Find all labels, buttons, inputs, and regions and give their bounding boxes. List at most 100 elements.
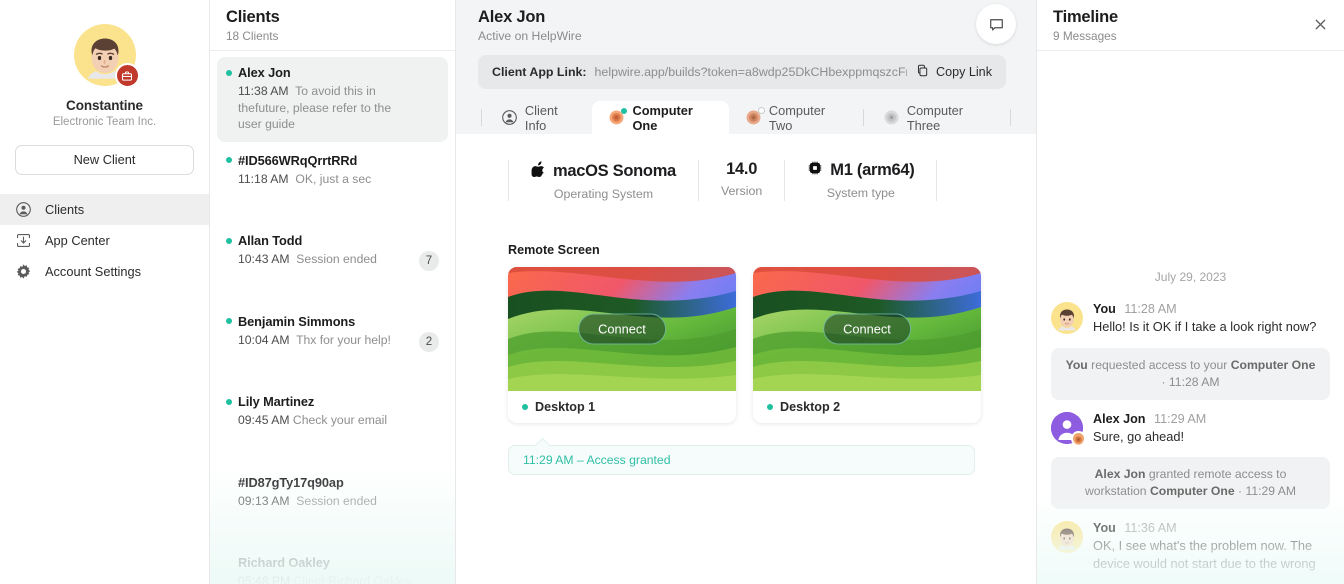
tab-label: Computer Three [906,102,964,133]
online-dot [226,318,232,324]
main-content: macOS Sonoma Operating System 14.0 Versi… [456,134,1036,584]
access-granted-text: 11:29 AM – Access granted [523,453,671,467]
screen-name: Desktop 2 [780,400,841,414]
system-info-type-value: M1 (arm64) [830,161,915,179]
message-text: Hello! Is it OK if I take a look right n… [1093,319,1317,334]
timeline-header: Timeline 9 Messages [1037,0,1344,51]
sidebar-item-label: App Center [45,233,110,248]
client-name: Benjamin Simmons [238,313,356,329]
client-preview: Check your email [292,413,388,427]
system-info-version: 14.0 Version [699,160,786,201]
timeline-message: You 11:36 AM OK, I see what's the proble… [1051,521,1330,572]
client-preview: OK, just a sec [295,171,372,186]
connect-button[interactable]: Connect [578,313,666,345]
message-text: Sure, go ahead! [1093,428,1185,444]
person-circle-icon [14,200,33,219]
main-header: Alex Jon Active on HelpWire Client App L… [456,0,1036,134]
message-author: Alex Jon [1093,411,1146,426]
list-item[interactable]: Benjamin Simmons 10:04 AM Thx for your h… [217,306,448,358]
system-message-time: 11:28 AM [1168,374,1220,389]
screen-card-desktop-1[interactable]: Connect Desktop 1 [508,267,736,423]
screen-name: Desktop 1 [535,400,596,414]
tab-computer-three[interactable]: Computer Three [867,101,1007,134]
list-item[interactable]: #ID87gTy17q90ap 09:13 AM Session ended [217,467,448,519]
clients-panel: Clients 18 Clients Alex Jon 11:38 AM To … [210,0,456,584]
memoji-yellow-avatar [1051,302,1083,334]
tab-bar: Client Info Computer One Computer Two Co… [478,101,1014,134]
sidebar-item-label: Account Settings [45,264,142,279]
close-icon[interactable] [1312,16,1330,34]
timeline-system-message: Alex Jon granted remote access to workst… [1051,457,1330,509]
person-circle-icon [501,109,518,126]
timeline-messages[interactable]: July 29, 2023 You 11:28 AM Hello! Is it … [1037,51,1344,584]
client-name: #ID87gTy17q90ap [238,474,344,490]
system-info-os-value: macOS Sonoma [553,161,676,180]
list-item[interactable]: Alex Jon 11:38 AM To avoid this in thefu… [217,57,448,142]
tab-label: Computer One [632,102,693,133]
client-time: 05:48 PM [238,574,291,584]
sidebar-item-app-center[interactable]: App Center [0,225,209,256]
avatar-purple [1051,411,1086,446]
copy-link-label: Copy Link [935,65,992,79]
tab-divider [862,109,864,126]
unread-badge: 7 [419,251,439,271]
main-panel: Alex Jon Active on HelpWire Client App L… [456,0,1036,584]
clients-count: 18 Clients [226,29,279,43]
connect-button[interactable]: Connect [823,313,911,345]
app-window: Constantine Electronic Team Inc. New Cli… [0,0,1344,584]
client-app-link-url: helpwire.app/builds?token=a8wdp25DkCHbex… [594,65,907,79]
timeline-panel: Timeline 9 Messages July 29, 2023 You 11… [1036,0,1344,584]
sidebar-item-label: Clients [45,202,85,217]
page-subtitle: Active on HelpWire [478,29,582,43]
list-item[interactable]: Allan Todd 10:43 AM Session ended 7 [217,225,448,277]
tab-client-info[interactable]: Client Info [485,101,593,134]
client-time: 09:45 AM [238,413,290,427]
list-item[interactable]: #ID566WRqQrrtRRd 11:18 AM OK, just a sec [217,145,448,197]
client-time: 10:43 AM [238,252,290,266]
client-name: Lily Martinez [238,394,315,409]
screen-thumbnail: Connect [508,267,736,391]
chat-bubble-icon[interactable] [976,4,1016,44]
system-info-type: M1 (arm64) System type [785,160,938,201]
remote-screens: Connect Desktop 1 Connect Desktop 2 [508,267,1036,423]
list-item[interactable]: Lily Martinez 09:45 AM Check your email [217,386,448,438]
online-dot [226,157,232,163]
online-dot [226,69,232,76]
tab-computer-two[interactable]: Computer Two [729,101,860,134]
sidebar-item-clients[interactable]: Clients [0,194,209,225]
system-message-time: 11:29 AM [1245,484,1297,498]
client-name: Alex Jon [238,65,291,80]
tab-divider [481,109,482,126]
clients-list[interactable]: Alex Jon 11:38 AM To avoid this in thefu… [210,51,455,584]
tab-divider [1010,109,1011,126]
tab-computer-one[interactable]: Computer One [592,101,729,134]
screen-footer: Desktop 2 [753,391,981,423]
client-app-link-label: Client App Link: [492,65,587,79]
list-item[interactable]: Richard Oakley 05:48 PM Client Richard O… [217,547,448,584]
sidebar-item-account-settings[interactable]: Account Settings [0,256,209,287]
message-author: You [1093,521,1116,535]
system-message-actor: Alex Jon [1094,467,1146,481]
access-granted-notice: 11:29 AM – Access granted [508,437,975,475]
briefcase-badge-icon [114,63,140,88]
client-time: 09:13 AM [238,493,290,508]
computer-orange-icon [608,108,628,126]
screen-card-desktop-2[interactable]: Connect Desktop 2 [753,267,981,423]
system-info-version-label: Version [720,184,763,198]
copy-link-button[interactable]: Copy Link [915,63,992,81]
message-time: 11:36 AM [1124,521,1177,535]
client-preview: Session ended [296,252,377,266]
timeline-message: Alex Jon 11:29 AM Sure, go ahead! [1051,411,1330,446]
screen-footer: Desktop 1 [508,391,736,423]
client-name: Allan Todd [238,233,303,248]
timeline-message: You 11:28 AM Hello! Is it OK if I take a… [1051,302,1330,336]
tab-label: Client Info [524,102,558,133]
client-time: 11:38 AM [238,84,289,98]
client-time: 10:04 AM [238,332,290,347]
client-app-link-bar[interactable]: Client App Link: helpwire.app/builds?tok… [478,55,1006,89]
timeline-date: July 29, 2023 [1154,270,1227,284]
online-dot [226,398,232,405]
online-dot [226,237,232,244]
system-info-type-label: System type [826,186,895,200]
new-client-button[interactable]: New Client [15,145,194,175]
